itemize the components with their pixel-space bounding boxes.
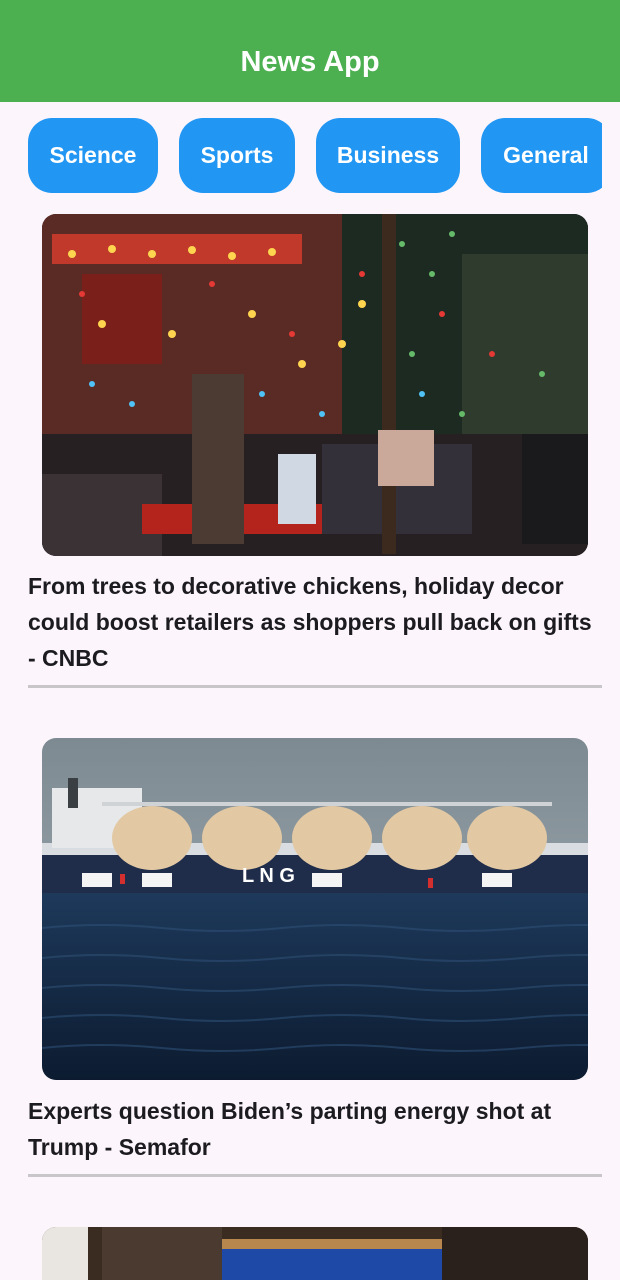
app-bar: News App: [0, 0, 620, 102]
category-chip-row[interactable]: Science Sports Business General: [0, 118, 602, 194]
article-divider: [28, 1174, 602, 1177]
holiday-lights-house-image: [42, 214, 588, 556]
app-title: News App: [240, 45, 380, 78]
article-title[interactable]: Experts question Biden’s parting energy …: [28, 1093, 598, 1165]
category-chip-business[interactable]: Business: [316, 118, 460, 193]
category-chip-general[interactable]: General: [481, 118, 602, 193]
article-image[interactable]: L N G: [42, 738, 588, 1080]
article-image[interactable]: [42, 214, 588, 556]
ship-hull-text: L N G: [242, 865, 295, 887]
category-chip-science[interactable]: Science: [28, 118, 158, 193]
lng-tanker-ship-image: L N G: [42, 738, 588, 1080]
news-photo-image: [42, 1227, 588, 1280]
article-image[interactable]: [42, 1227, 588, 1280]
article-title[interactable]: From trees to decorative chickens, holid…: [28, 568, 598, 676]
category-chip-sports[interactable]: Sports: [179, 118, 295, 193]
article-divider: [28, 685, 602, 688]
